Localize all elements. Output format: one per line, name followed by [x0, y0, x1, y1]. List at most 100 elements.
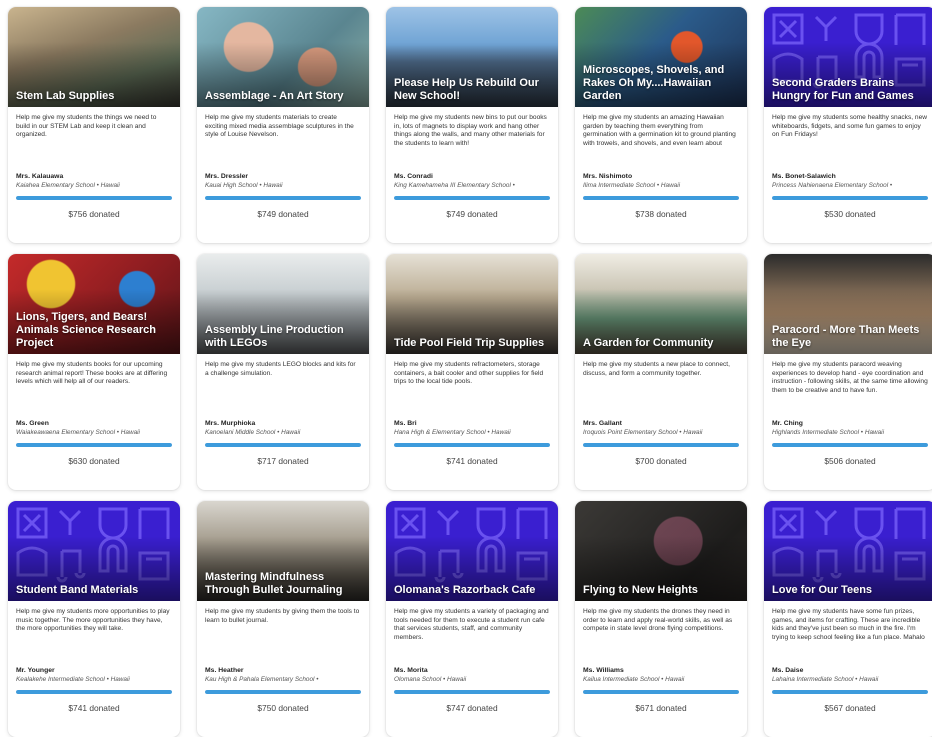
teacher-name[interactable]: Mr. Younger — [16, 667, 172, 674]
project-description: Help me give my students have some fun p… — [772, 608, 925, 641]
teacher-name[interactable]: Mrs. Kalauawa — [16, 173, 172, 180]
project-description: Help me give my students some healthy sn… — [772, 114, 928, 139]
funding-progress-bar — [772, 690, 928, 694]
project-title[interactable]: Stem Lab Supplies — [16, 90, 174, 103]
school-name[interactable]: Lahaina Intermediate School • Hawaii — [772, 676, 928, 683]
project-title[interactable]: Microscopes, Shovels, and Rakes Oh My...… — [583, 64, 741, 103]
donated-amount: $567 donated — [824, 703, 876, 713]
project-card-3[interactable]: Please Help Us Rebuild Our New School! H… — [386, 7, 558, 243]
project-image[interactable]: Stem Lab Supplies — [8, 7, 180, 107]
project-title[interactable]: Student Band Materials — [16, 584, 174, 597]
teacher-name[interactable]: Mrs. Nishimoto — [583, 173, 739, 180]
funding-progress-bar — [394, 196, 550, 200]
funding-progress-fill — [772, 690, 928, 694]
teacher-name[interactable]: Mrs. Dressler — [205, 173, 361, 180]
project-description: Help me give my students the drones they… — [583, 608, 733, 633]
project-image[interactable]: Tide Pool Field Trip Supplies — [386, 254, 558, 354]
project-card-5[interactable]: Second Graders Brains Hungry for Fun and… — [764, 7, 932, 243]
school-name[interactable]: Kealakehe Intermediate School • Hawaii — [16, 676, 172, 683]
teacher-name[interactable]: Ms. Conradi — [394, 173, 550, 180]
project-description: Help me give my students new bins to put… — [394, 114, 547, 147]
project-image[interactable]: Please Help Us Rebuild Our New School! — [386, 7, 558, 107]
funding-progress-fill — [772, 443, 928, 447]
project-card-11[interactable]: Student Band Materials Help me give my s… — [8, 501, 180, 737]
funding-progress-bar — [394, 443, 550, 447]
project-title[interactable]: Assembly Line Production with LEGOs — [205, 324, 363, 350]
project-card-1[interactable]: Stem Lab Supplies Help me give my studen… — [8, 7, 180, 243]
funding-progress-fill — [583, 443, 739, 447]
teacher-name[interactable]: Ms. Heather — [205, 667, 361, 674]
teacher-name[interactable]: Ms. Williams — [583, 667, 739, 674]
donated-amount: $506 donated — [824, 456, 876, 466]
project-title[interactable]: Love for Our Teens — [772, 584, 930, 597]
school-name[interactable]: Kailua Intermediate School • Hawaii — [583, 676, 739, 683]
funding-progress-fill — [394, 443, 550, 447]
project-image[interactable]: A Garden for Community — [575, 254, 747, 354]
project-card-14[interactable]: Flying to New Heights Help me give my st… — [575, 501, 747, 737]
donated-amount: $530 donated — [824, 209, 876, 219]
project-description: Help me give my students more opportunit… — [16, 608, 170, 633]
project-image[interactable]: Paracord - More Than Meets the Eye — [764, 254, 932, 354]
project-card-4[interactable]: Microscopes, Shovels, and Rakes Oh My...… — [575, 7, 747, 243]
project-description: Help me give my students refractometers,… — [394, 361, 544, 386]
project-card-13[interactable]: Olomana's Razorback Cafe Help me give my… — [386, 501, 558, 737]
school-name[interactable]: Kaiahea Elementary School • Hawaii — [16, 182, 172, 189]
donated-amount: $671 donated — [635, 703, 687, 713]
project-title[interactable]: Olomana's Razorback Cafe — [394, 584, 552, 597]
project-card-12[interactable]: Mastering Mindfulness Through Bullet Jou… — [197, 501, 369, 737]
project-title[interactable]: Flying to New Heights — [583, 584, 741, 597]
school-name[interactable]: Hana High & Elementary School • Hawaii — [394, 429, 550, 436]
teacher-name[interactable]: Ms. Morita — [394, 667, 550, 674]
project-card-6[interactable]: Lions, Tigers, and Bears! Animals Scienc… — [8, 254, 180, 490]
project-title[interactable]: Paracord - More Than Meets the Eye — [772, 324, 930, 350]
project-title[interactable]: Lions, Tigers, and Bears! Animals Scienc… — [16, 311, 174, 350]
school-name[interactable]: King Kamehameha III Elementary School • — [394, 182, 550, 189]
teacher-name[interactable]: Ms. Bonet-Salawich — [772, 173, 928, 180]
school-name[interactable]: Kanoelani Middle School • Hawaii — [205, 429, 361, 436]
project-image[interactable]: Olomana's Razorback Cafe — [386, 501, 558, 601]
project-image[interactable]: Love for Our Teens — [764, 501, 932, 601]
funding-progress-bar — [205, 196, 361, 200]
project-title[interactable]: Mastering Mindfulness Through Bullet Jou… — [205, 571, 363, 597]
project-image[interactable]: Flying to New Heights — [575, 501, 747, 601]
donated-amount: $756 donated — [68, 209, 120, 219]
teacher-name[interactable]: Mrs. Gallant — [583, 420, 739, 427]
school-name[interactable]: Olomana School • Hawaii — [394, 676, 550, 683]
project-title[interactable]: Please Help Us Rebuild Our New School! — [394, 77, 552, 103]
project-image[interactable]: Student Band Materials — [8, 501, 180, 601]
teacher-name[interactable]: Mr. Ching — [772, 420, 928, 427]
school-name[interactable]: Kau High & Pahala Elementary School • — [205, 676, 361, 683]
teacher-name[interactable]: Ms. Green — [16, 420, 172, 427]
project-image[interactable]: Mastering Mindfulness Through Bullet Jou… — [197, 501, 369, 601]
project-title[interactable]: Assemblage - An Art Story — [205, 90, 363, 103]
project-card-2[interactable]: Assemblage - An Art Story Help me give m… — [197, 7, 369, 243]
teacher-name[interactable]: Ms. Bri — [394, 420, 550, 427]
project-image[interactable]: Assemblage - An Art Story — [197, 7, 369, 107]
project-image[interactable]: Second Graders Brains Hungry for Fun and… — [764, 7, 932, 107]
school-name[interactable]: Highlands Intermediate School • Hawaii — [772, 429, 928, 436]
project-card-8[interactable]: Tide Pool Field Trip Supplies Help me gi… — [386, 254, 558, 490]
school-name[interactable]: Ilima Intermediate School • Hawaii — [583, 182, 739, 189]
funding-progress-bar — [16, 690, 172, 694]
school-name[interactable]: Princess Nahienaena Elementary School • — [772, 182, 928, 189]
school-name[interactable]: Iroquois Point Elementary School • Hawai… — [583, 429, 739, 436]
funding-progress-fill — [205, 443, 361, 447]
project-image[interactable]: Microscopes, Shovels, and Rakes Oh My...… — [575, 7, 747, 107]
project-title[interactable]: Tide Pool Field Trip Supplies — [394, 337, 552, 350]
project-card-10[interactable]: Paracord - More Than Meets the Eye Help … — [764, 254, 932, 490]
school-name[interactable]: Waiakeawaena Elementary School • Hawaii — [16, 429, 172, 436]
teacher-name[interactable]: Mrs. Murphioka — [205, 420, 361, 427]
project-title[interactable]: A Garden for Community — [583, 337, 741, 350]
teacher-name[interactable]: Ms. Daise — [772, 667, 928, 674]
project-card-7[interactable]: Assembly Line Production with LEGOs Help… — [197, 254, 369, 490]
project-image[interactable]: Lions, Tigers, and Bears! Animals Scienc… — [8, 254, 180, 354]
donated-amount: $630 donated — [68, 456, 120, 466]
school-name[interactable]: Kauai High School • Hawaii — [205, 182, 361, 189]
funding-progress-bar — [394, 690, 550, 694]
project-title[interactable]: Second Graders Brains Hungry for Fun and… — [772, 77, 930, 103]
project-card-15[interactable]: Love for Our Teens Help me give my stude… — [764, 501, 932, 737]
project-card-9[interactable]: A Garden for Community Help me give my s… — [575, 254, 747, 490]
donated-amount: $749 donated — [257, 209, 309, 219]
donated-amount: $700 donated — [635, 456, 687, 466]
project-image[interactable]: Assembly Line Production with LEGOs — [197, 254, 369, 354]
